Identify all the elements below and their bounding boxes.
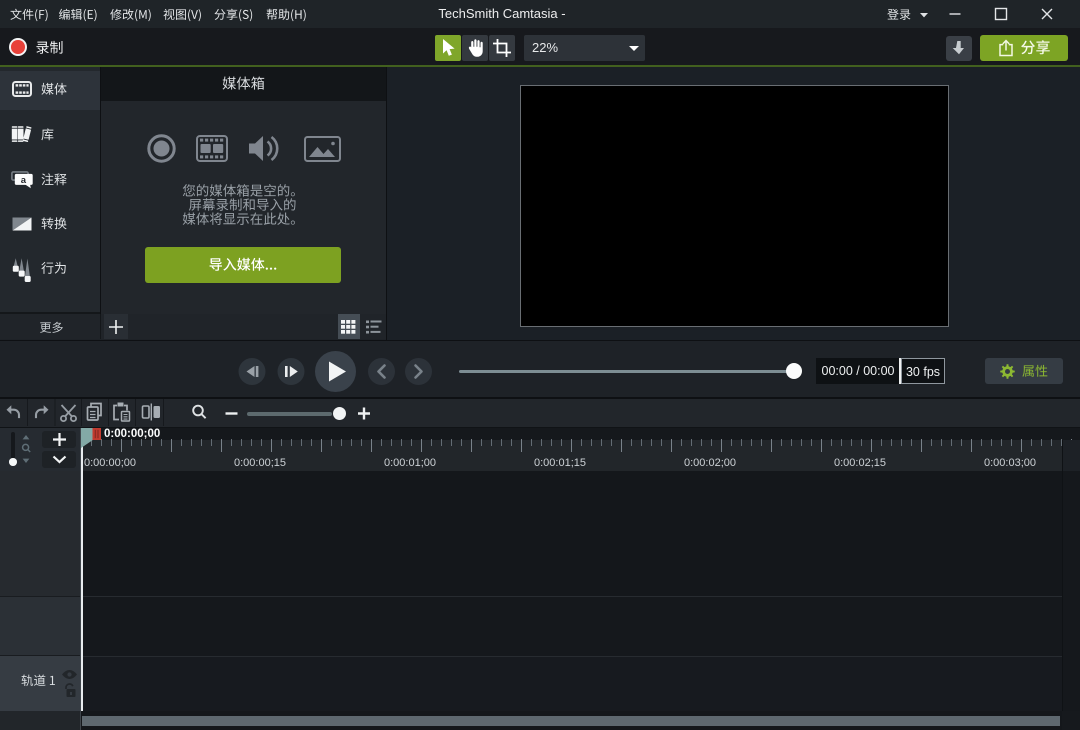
svg-text:a: a xyxy=(21,175,27,186)
